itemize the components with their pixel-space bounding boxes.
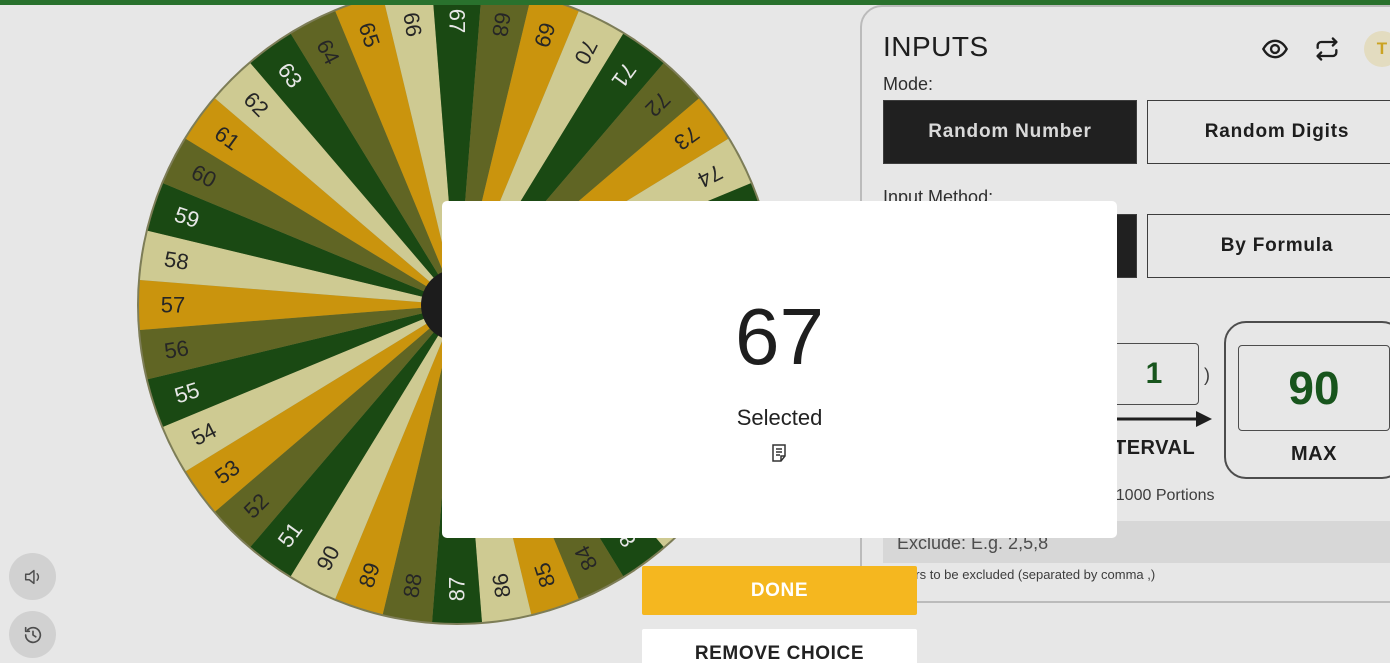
remove-choice-button[interactable]: REMOVE CHOICE: [642, 629, 917, 663]
note-icon[interactable]: [769, 442, 791, 464]
result-number: 67: [735, 292, 824, 381]
done-button[interactable]: DONE: [642, 566, 917, 615]
selected-label: Selected: [736, 405, 823, 430]
result-modal: 67 Selected: [442, 201, 1117, 538]
